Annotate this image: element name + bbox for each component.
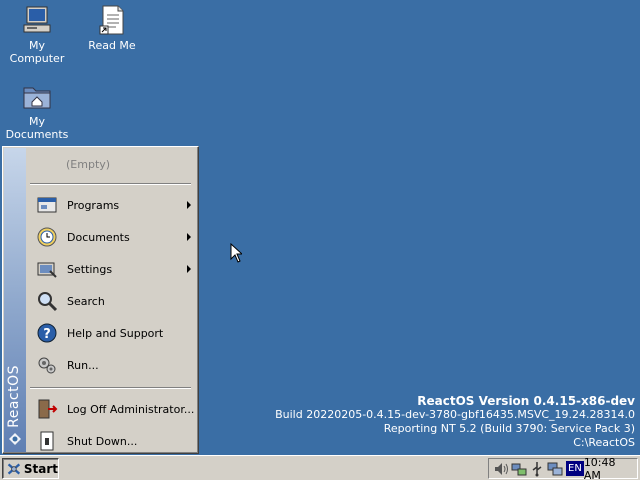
- menu-item-documents[interactable]: Documents: [28, 221, 195, 253]
- recent-empty-item: (Empty): [66, 157, 111, 171]
- menu-item-label: Programs: [67, 198, 120, 212]
- reactos-logo-icon: [9, 433, 21, 445]
- start-menu-banner: ReactOS: [4, 148, 26, 452]
- start-menu-list: (Empty) Programs Documents Settings Sear…: [28, 147, 195, 457]
- desktop-icon-my-computer[interactable]: My Computer: [0, 4, 74, 65]
- usb-icon[interactable]: [529, 461, 545, 477]
- network-icon[interactable]: [511, 461, 527, 477]
- version-title: ReactOS Version 0.4.15-x86-dev: [417, 394, 635, 408]
- brand-text: ReactOS: [6, 365, 22, 428]
- submenu-arrow-icon: [187, 265, 191, 273]
- desktop-icon-my-documents[interactable]: My Documents: [0, 80, 74, 141]
- desktop-icon-read-me[interactable]: Read Me: [75, 4, 149, 52]
- help-icon: ?: [37, 323, 57, 343]
- documents-icon: [37, 227, 57, 247]
- version-build: Build 20220205-0.4.15-dev-3780-gbf16435.…: [275, 408, 635, 421]
- reactos-logo-icon: [7, 463, 21, 474]
- version-path: C:\ReactOS: [573, 436, 635, 449]
- icon-label-line1: Read Me: [88, 39, 136, 52]
- start-button-label: Start: [23, 461, 58, 476]
- submenu-arrow-icon: [187, 233, 191, 241]
- run-icon: [38, 357, 56, 374]
- mouse-cursor-icon: [230, 243, 242, 263]
- start-button[interactable]: Start: [2, 458, 59, 479]
- taskbar: Start EN 10:48 AM: [0, 455, 640, 480]
- submenu-arrow-icon: [187, 201, 191, 209]
- menu-item-shut-down[interactable]: Shut Down...: [28, 425, 195, 457]
- icon-label-line2: Computer: [9, 52, 65, 65]
- version-reporting: Reporting NT 5.2 (Build 3790: Service Pa…: [383, 422, 635, 435]
- menu-item-settings[interactable]: Settings: [28, 253, 195, 285]
- menu-separator: [30, 183, 191, 185]
- menu-item-label: Run...: [67, 358, 99, 372]
- clock[interactable]: 10:48 AM: [584, 456, 631, 480]
- icon-label-line1: My: [28, 39, 45, 52]
- programs-icon: [37, 197, 57, 213]
- language-indicator[interactable]: EN: [566, 461, 584, 476]
- menu-item-label: Settings: [67, 262, 113, 276]
- search-icon: [38, 292, 58, 312]
- menu-item-help[interactable]: ? Help and Support: [28, 317, 195, 349]
- menu-separator: [30, 387, 191, 389]
- version-info: ReactOS Version 0.4.15-x86-dev Build 202…: [275, 394, 635, 450]
- system-tray: EN 10:48 AM: [488, 456, 638, 480]
- folder-documents-icon: [23, 87, 51, 109]
- menu-item-label: Documents: [67, 230, 130, 244]
- settings-icon: [37, 262, 57, 278]
- display-icon[interactable]: [547, 461, 563, 477]
- icon-label-line2: Documents: [5, 128, 69, 141]
- menu-item-label: Search: [67, 294, 105, 308]
- menu-item-run[interactable]: Run...: [28, 349, 195, 381]
- logoff-icon: [38, 399, 58, 419]
- menu-item-search[interactable]: Search: [28, 285, 195, 317]
- menu-item-programs[interactable]: Programs: [28, 189, 195, 221]
- menu-item-label: Shut Down...: [67, 434, 138, 448]
- svg-text:?: ?: [43, 327, 51, 342]
- computer-icon: [23, 6, 51, 33]
- document-icon: [99, 5, 124, 35]
- icon-label-line1: My: [28, 115, 45, 128]
- volume-icon[interactable]: [493, 461, 509, 477]
- shutdown-icon: [40, 431, 54, 451]
- menu-item-label: Help and Support: [67, 326, 164, 340]
- menu-item-label: Log Off Administrator...: [67, 402, 195, 416]
- menu-item-log-off[interactable]: Log Off Administrator...: [28, 393, 195, 425]
- start-menu: ReactOS (Empty) Programs Documents Setti…: [2, 146, 199, 454]
